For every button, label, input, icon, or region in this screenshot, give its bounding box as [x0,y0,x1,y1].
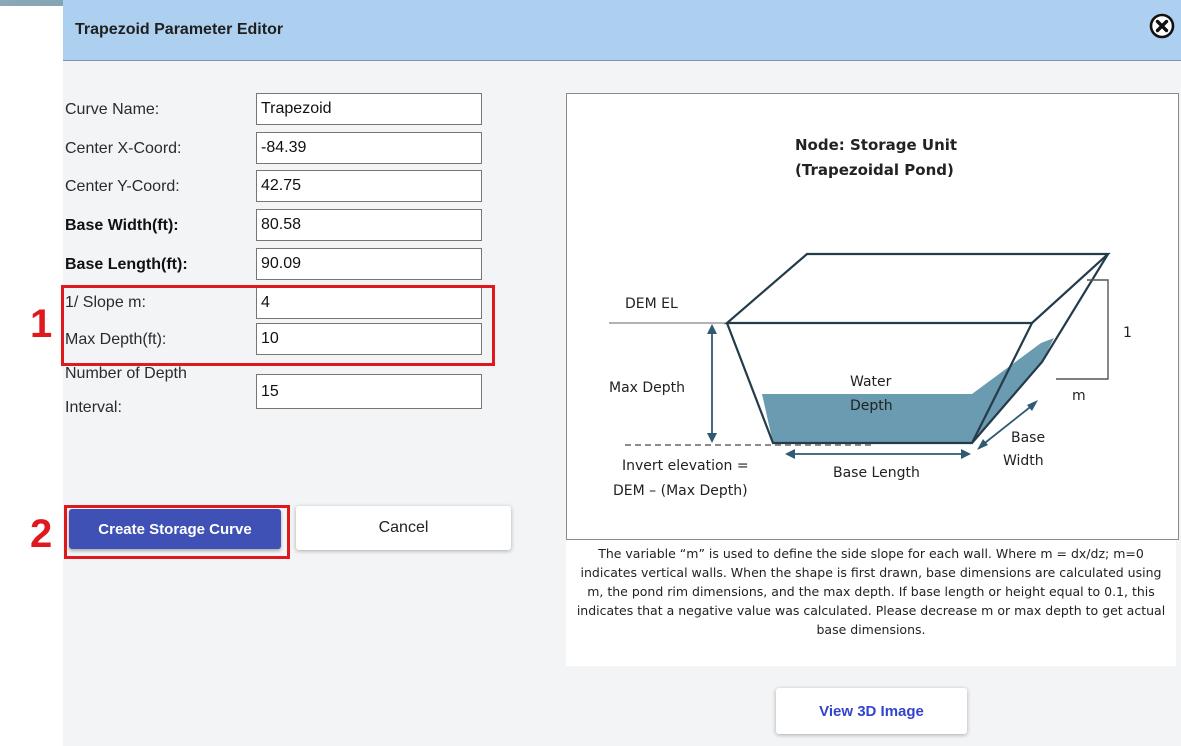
slope-one-label: 1 [1123,325,1132,341]
invert-elevation-line2: DEM – (Max Depth) [613,483,748,499]
dem-el-label: DEM EL [625,296,678,312]
center-y-label: Center Y-Coord: [65,178,180,195]
base-width-label: Base Width(ft): [65,217,179,234]
base-length-input[interactable] [256,248,482,280]
depth-interval-label-line1: Number of Depth [65,365,187,382]
center-y-input[interactable] [256,170,482,202]
dialog-header: Trapezoid Parameter Editor [63,0,1181,61]
curve-name-input[interactable] [256,93,482,125]
create-storage-curve-button[interactable]: Create Storage Curve [69,509,281,549]
step-number-1: 1 [30,302,53,346]
base-width-input[interactable] [256,209,482,241]
curve-name-label: Curve Name: [65,101,160,118]
depth-label: Depth [850,398,893,414]
step-number-2: 2 [30,512,53,556]
diagram-title-line2: (Trapezoidal Pond) [795,161,954,179]
base-length-label: Base Length(ft): [65,256,188,273]
depth-interval-label-line2: Interval: [65,399,122,416]
max-depth-diagram-label: Max Depth [609,380,686,396]
diagram-title-line1: Node: Storage Unit [795,136,958,154]
trapezoidal-pond-diagram: Node: Storage Unit (Trapezoidal Pond) DE… [566,93,1179,540]
invert-elevation-line1: Invert elevation = [622,458,749,474]
center-x-input[interactable] [256,132,482,164]
base-length-diagram-label: Base Length [833,465,920,481]
slope-description-text: The variable “m” is used to define the s… [566,540,1176,666]
trapezoid-parameter-editor-dialog: Trapezoid Parameter Editor Curve Name: C… [61,0,1181,746]
center-x-label: Center X-Coord: [65,140,182,157]
width-label: Width [1003,453,1044,469]
view-3d-image-button[interactable]: View 3D Image [776,688,967,734]
close-icon[interactable] [1149,13,1175,39]
base-label: Base [1011,430,1046,446]
water-label: Water [850,374,892,390]
highlight-box-slope-depth [61,285,495,366]
depth-interval-input[interactable] [256,374,482,409]
cancel-button[interactable]: Cancel [296,506,511,550]
slope-m-diagram-label: m [1072,388,1086,404]
dialog-title: Trapezoid Parameter Editor [75,21,284,38]
